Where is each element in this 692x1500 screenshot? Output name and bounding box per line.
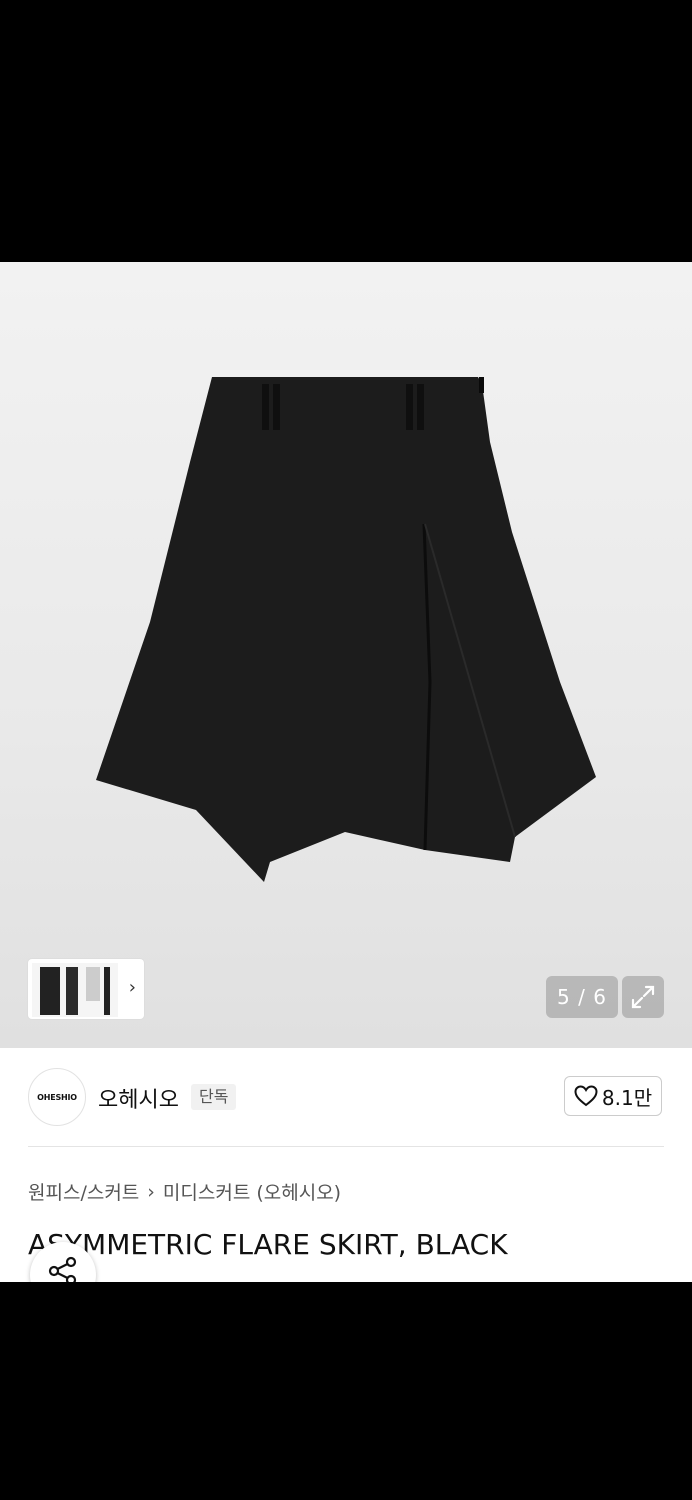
product-image-gallery[interactable]: › 5 / 6 [0, 262, 692, 1048]
top-black-bar [0, 0, 692, 262]
image-counter: 5 / 6 [546, 976, 618, 1018]
breadcrumb-category[interactable]: 원피스/스커트 [28, 1178, 139, 1205]
share-icon [48, 1256, 77, 1282]
like-button[interactable]: 8.1만 [564, 1076, 662, 1116]
product-info: OHESHIO 오헤시오 단독 8.1만 원피스/스커트 › 미디스커트 (오헤… [0, 1048, 692, 1282]
chevron-right-icon: › [128, 977, 136, 998]
breadcrumb: 원피스/스커트 › 미디스커트 (오헤시오) [28, 1178, 341, 1205]
chevron-right-icon: › [147, 1180, 155, 1203]
thumbnail-strip[interactable]: › [28, 959, 144, 1019]
exclusive-badge: 단독 [191, 1084, 237, 1110]
heart-icon [574, 1085, 598, 1107]
brand-logo[interactable]: OHESHIO [28, 1068, 86, 1126]
brand-name[interactable]: 오헤시오 [98, 1082, 179, 1114]
divider [28, 1146, 664, 1147]
expand-icon [631, 985, 655, 1009]
thumbnail-image [32, 963, 118, 1017]
product-image [96, 377, 596, 882]
like-count: 8.1만 [601, 1085, 653, 1110]
product-title: ASYMMETRIC FLARE SKIRT, BLACK [28, 1228, 508, 1261]
breadcrumb-subcategory[interactable]: 미디스커트 (오헤시오) [163, 1178, 341, 1205]
expand-button[interactable] [622, 976, 664, 1018]
bottom-black-bar [0, 1282, 692, 1500]
